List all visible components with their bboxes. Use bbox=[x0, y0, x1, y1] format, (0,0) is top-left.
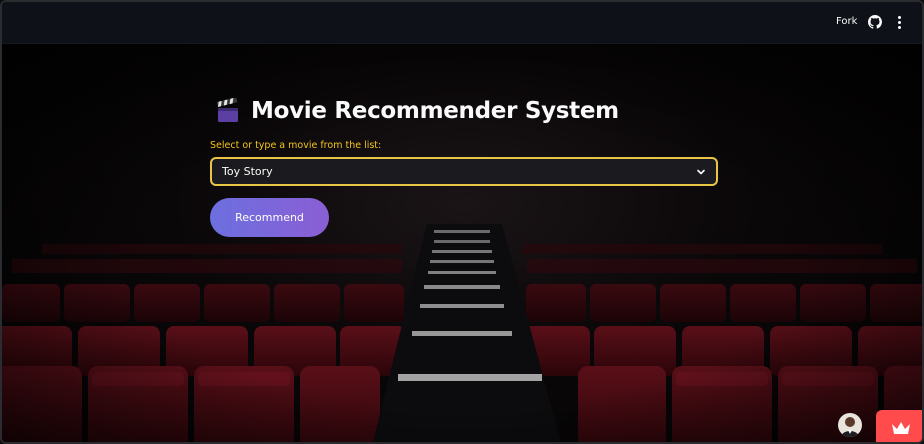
github-icon[interactable] bbox=[868, 15, 882, 29]
kebab-menu-icon[interactable] bbox=[895, 15, 903, 29]
app-window: Fork Movie Recommender System Select or … bbox=[0, 0, 924, 444]
clapperboard-icon bbox=[216, 98, 238, 122]
page-title-row: Movie Recommender System bbox=[215, 94, 619, 128]
movie-select[interactable]: Toy Story bbox=[210, 157, 718, 186]
recommend-button[interactable]: Recommend bbox=[210, 198, 329, 237]
header-bar: Fork bbox=[2, 2, 922, 44]
page-title: Movie Recommender System bbox=[251, 98, 619, 124]
chevron-down-icon[interactable] bbox=[696, 167, 706, 177]
crown-icon bbox=[892, 422, 910, 434]
selected-movie-value: Toy Story bbox=[222, 165, 273, 178]
fork-link[interactable]: Fork bbox=[836, 16, 857, 27]
streamlit-badge-button[interactable] bbox=[876, 410, 922, 442]
user-avatar[interactable] bbox=[838, 413, 862, 437]
movie-select-label: Select or type a movie from the list: bbox=[210, 140, 382, 151]
